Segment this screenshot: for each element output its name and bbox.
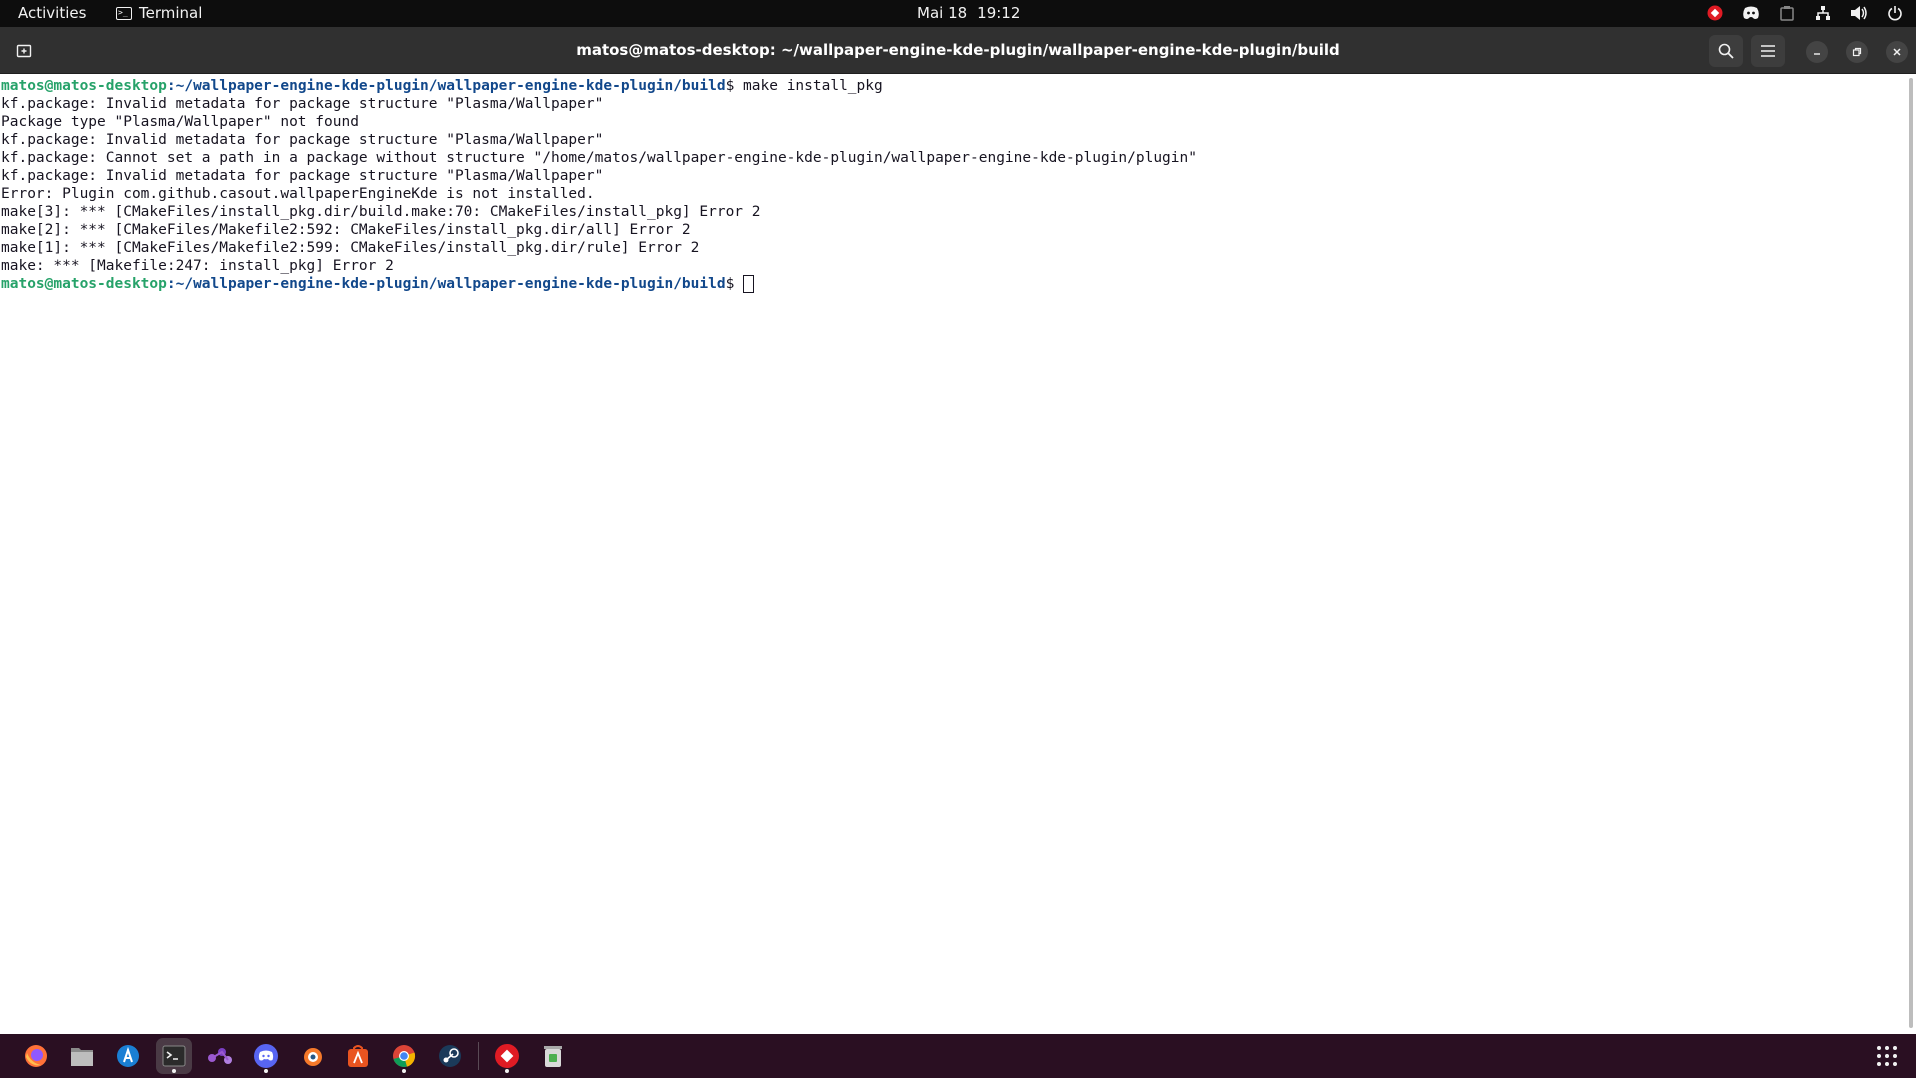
scrollbar-thumb[interactable] bbox=[1909, 78, 1913, 1028]
discord-icon bbox=[254, 1044, 278, 1068]
output-line: Error: Plugin com.github.casout.wallpape… bbox=[1, 186, 595, 202]
trash-icon bbox=[544, 1046, 562, 1067]
files-icon bbox=[71, 1048, 93, 1066]
output-line: kf.package: Cannot set a path in a packa… bbox=[1, 150, 1197, 166]
dock-anydesk[interactable] bbox=[489, 1038, 525, 1074]
clock-date: Mai 18 bbox=[917, 4, 968, 22]
close-button[interactable] bbox=[1886, 41, 1908, 63]
terminal-headerbar: matos@matos-desktop: ~/wallpaper-engine-… bbox=[0, 27, 1916, 74]
dock-files[interactable] bbox=[64, 1038, 100, 1074]
blender-icon bbox=[304, 1048, 322, 1066]
clock[interactable]: Mai 18 19:12 bbox=[917, 4, 1020, 22]
command-line: matos@matos-desktop:~/wallpaper-engine-k… bbox=[1, 77, 1906, 95]
window-title: matos@matos-desktop: ~/wallpaper-engine-… bbox=[576, 41, 1340, 59]
output-line: make[3]: *** [CMakeFiles/install_pkg.dir… bbox=[1, 204, 761, 220]
minimize-button[interactable] bbox=[1806, 41, 1828, 63]
dock-firefox[interactable] bbox=[18, 1038, 54, 1074]
dock-terminal[interactable] bbox=[156, 1038, 192, 1074]
restore-button[interactable] bbox=[1846, 41, 1868, 63]
terminal-scrollbar[interactable] bbox=[1906, 74, 1916, 1034]
output-line: kf.package: Invalid metadata for package… bbox=[1, 132, 604, 148]
dock-discord[interactable] bbox=[248, 1038, 284, 1074]
output-line: kf.package: Invalid metadata for package… bbox=[1, 168, 604, 184]
dock-steam[interactable] bbox=[432, 1038, 468, 1074]
chrome-icon bbox=[393, 1045, 416, 1067]
anydesk-icon bbox=[495, 1044, 519, 1068]
dock-blender[interactable] bbox=[294, 1038, 330, 1074]
app-menu-label: Terminal bbox=[139, 4, 203, 22]
prompt-path: :~/wallpaper-engine-kde-plugin/wallpaper… bbox=[166, 276, 726, 292]
dock bbox=[0, 1034, 1916, 1078]
output-line: make: *** [Makefile:247: install_pkg] Er… bbox=[1, 258, 394, 274]
kdeconnect-icon bbox=[208, 1048, 232, 1064]
prompt-user: matos@matos-desktop bbox=[1, 78, 167, 94]
menu-button[interactable] bbox=[1751, 35, 1785, 67]
running-indicator bbox=[402, 1069, 406, 1073]
dock-chrome[interactable] bbox=[386, 1038, 422, 1074]
prompt-suffix: $ bbox=[725, 276, 744, 292]
running-indicator bbox=[264, 1069, 268, 1073]
network-icon[interactable] bbox=[1814, 4, 1832, 22]
minimize-icon bbox=[1814, 53, 1820, 55]
output-line: kf.package: Invalid metadata for package… bbox=[1, 96, 604, 112]
top-bar: Activities >_ Terminal Mai 18 19:12 bbox=[0, 0, 1916, 27]
volume-icon[interactable] bbox=[1850, 4, 1868, 22]
running-indicator bbox=[172, 1069, 176, 1073]
system-tray bbox=[1706, 4, 1904, 22]
running-indicator bbox=[505, 1069, 509, 1073]
show-applications-icon[interactable] bbox=[1876, 1045, 1898, 1067]
anydesk-icon[interactable] bbox=[1706, 4, 1724, 22]
dock-software-center[interactable] bbox=[340, 1038, 376, 1074]
output-line: make[2]: *** [CMakeFiles/Makefile2:592: … bbox=[1, 222, 691, 238]
restore-icon bbox=[1852, 47, 1862, 57]
clipboard-icon[interactable] bbox=[1778, 4, 1796, 22]
app-menu[interactable]: >_ Terminal bbox=[116, 4, 202, 22]
command-text: make install_pkg bbox=[743, 78, 883, 94]
dock-separator bbox=[478, 1042, 479, 1070]
dock-trash[interactable] bbox=[535, 1038, 571, 1074]
prompt-line[interactable]: matos@matos-desktop:~/wallpaper-engine-k… bbox=[1, 275, 1906, 293]
prompt-path: :~/wallpaper-engine-kde-plugin/wallpaper… bbox=[166, 78, 726, 94]
text-cursor bbox=[743, 275, 755, 293]
power-icon[interactable] bbox=[1886, 4, 1904, 22]
firefox-icon bbox=[25, 1045, 47, 1067]
steam-icon bbox=[439, 1045, 461, 1067]
prompt-user: matos@matos-desktop bbox=[1, 276, 167, 292]
close-icon bbox=[1893, 48, 1901, 56]
activities-button[interactable]: Activities bbox=[18, 4, 86, 22]
terminal-icon: >_ bbox=[116, 6, 132, 20]
output-line: make[1]: *** [CMakeFiles/Makefile2:599: … bbox=[1, 240, 700, 256]
dock-kdeconnect[interactable] bbox=[202, 1038, 238, 1074]
output-line: Package type "Plasma/Wallpaper" not foun… bbox=[1, 114, 359, 130]
software-center-icon bbox=[348, 1045, 368, 1067]
terminal-output[interactable]: matos@matos-desktop:~/wallpaper-engine-k… bbox=[0, 74, 1906, 1034]
terminal-icon bbox=[162, 1045, 186, 1067]
discord-icon[interactable] bbox=[1742, 4, 1760, 22]
dock-app-store[interactable] bbox=[110, 1038, 146, 1074]
prompt-suffix: $ bbox=[725, 78, 744, 94]
clock-time: 19:12 bbox=[977, 4, 1021, 22]
search-button[interactable] bbox=[1709, 35, 1743, 67]
app-store-icon bbox=[117, 1045, 139, 1067]
hamburger-menu-icon bbox=[1761, 45, 1775, 57]
search-icon bbox=[1718, 43, 1734, 59]
